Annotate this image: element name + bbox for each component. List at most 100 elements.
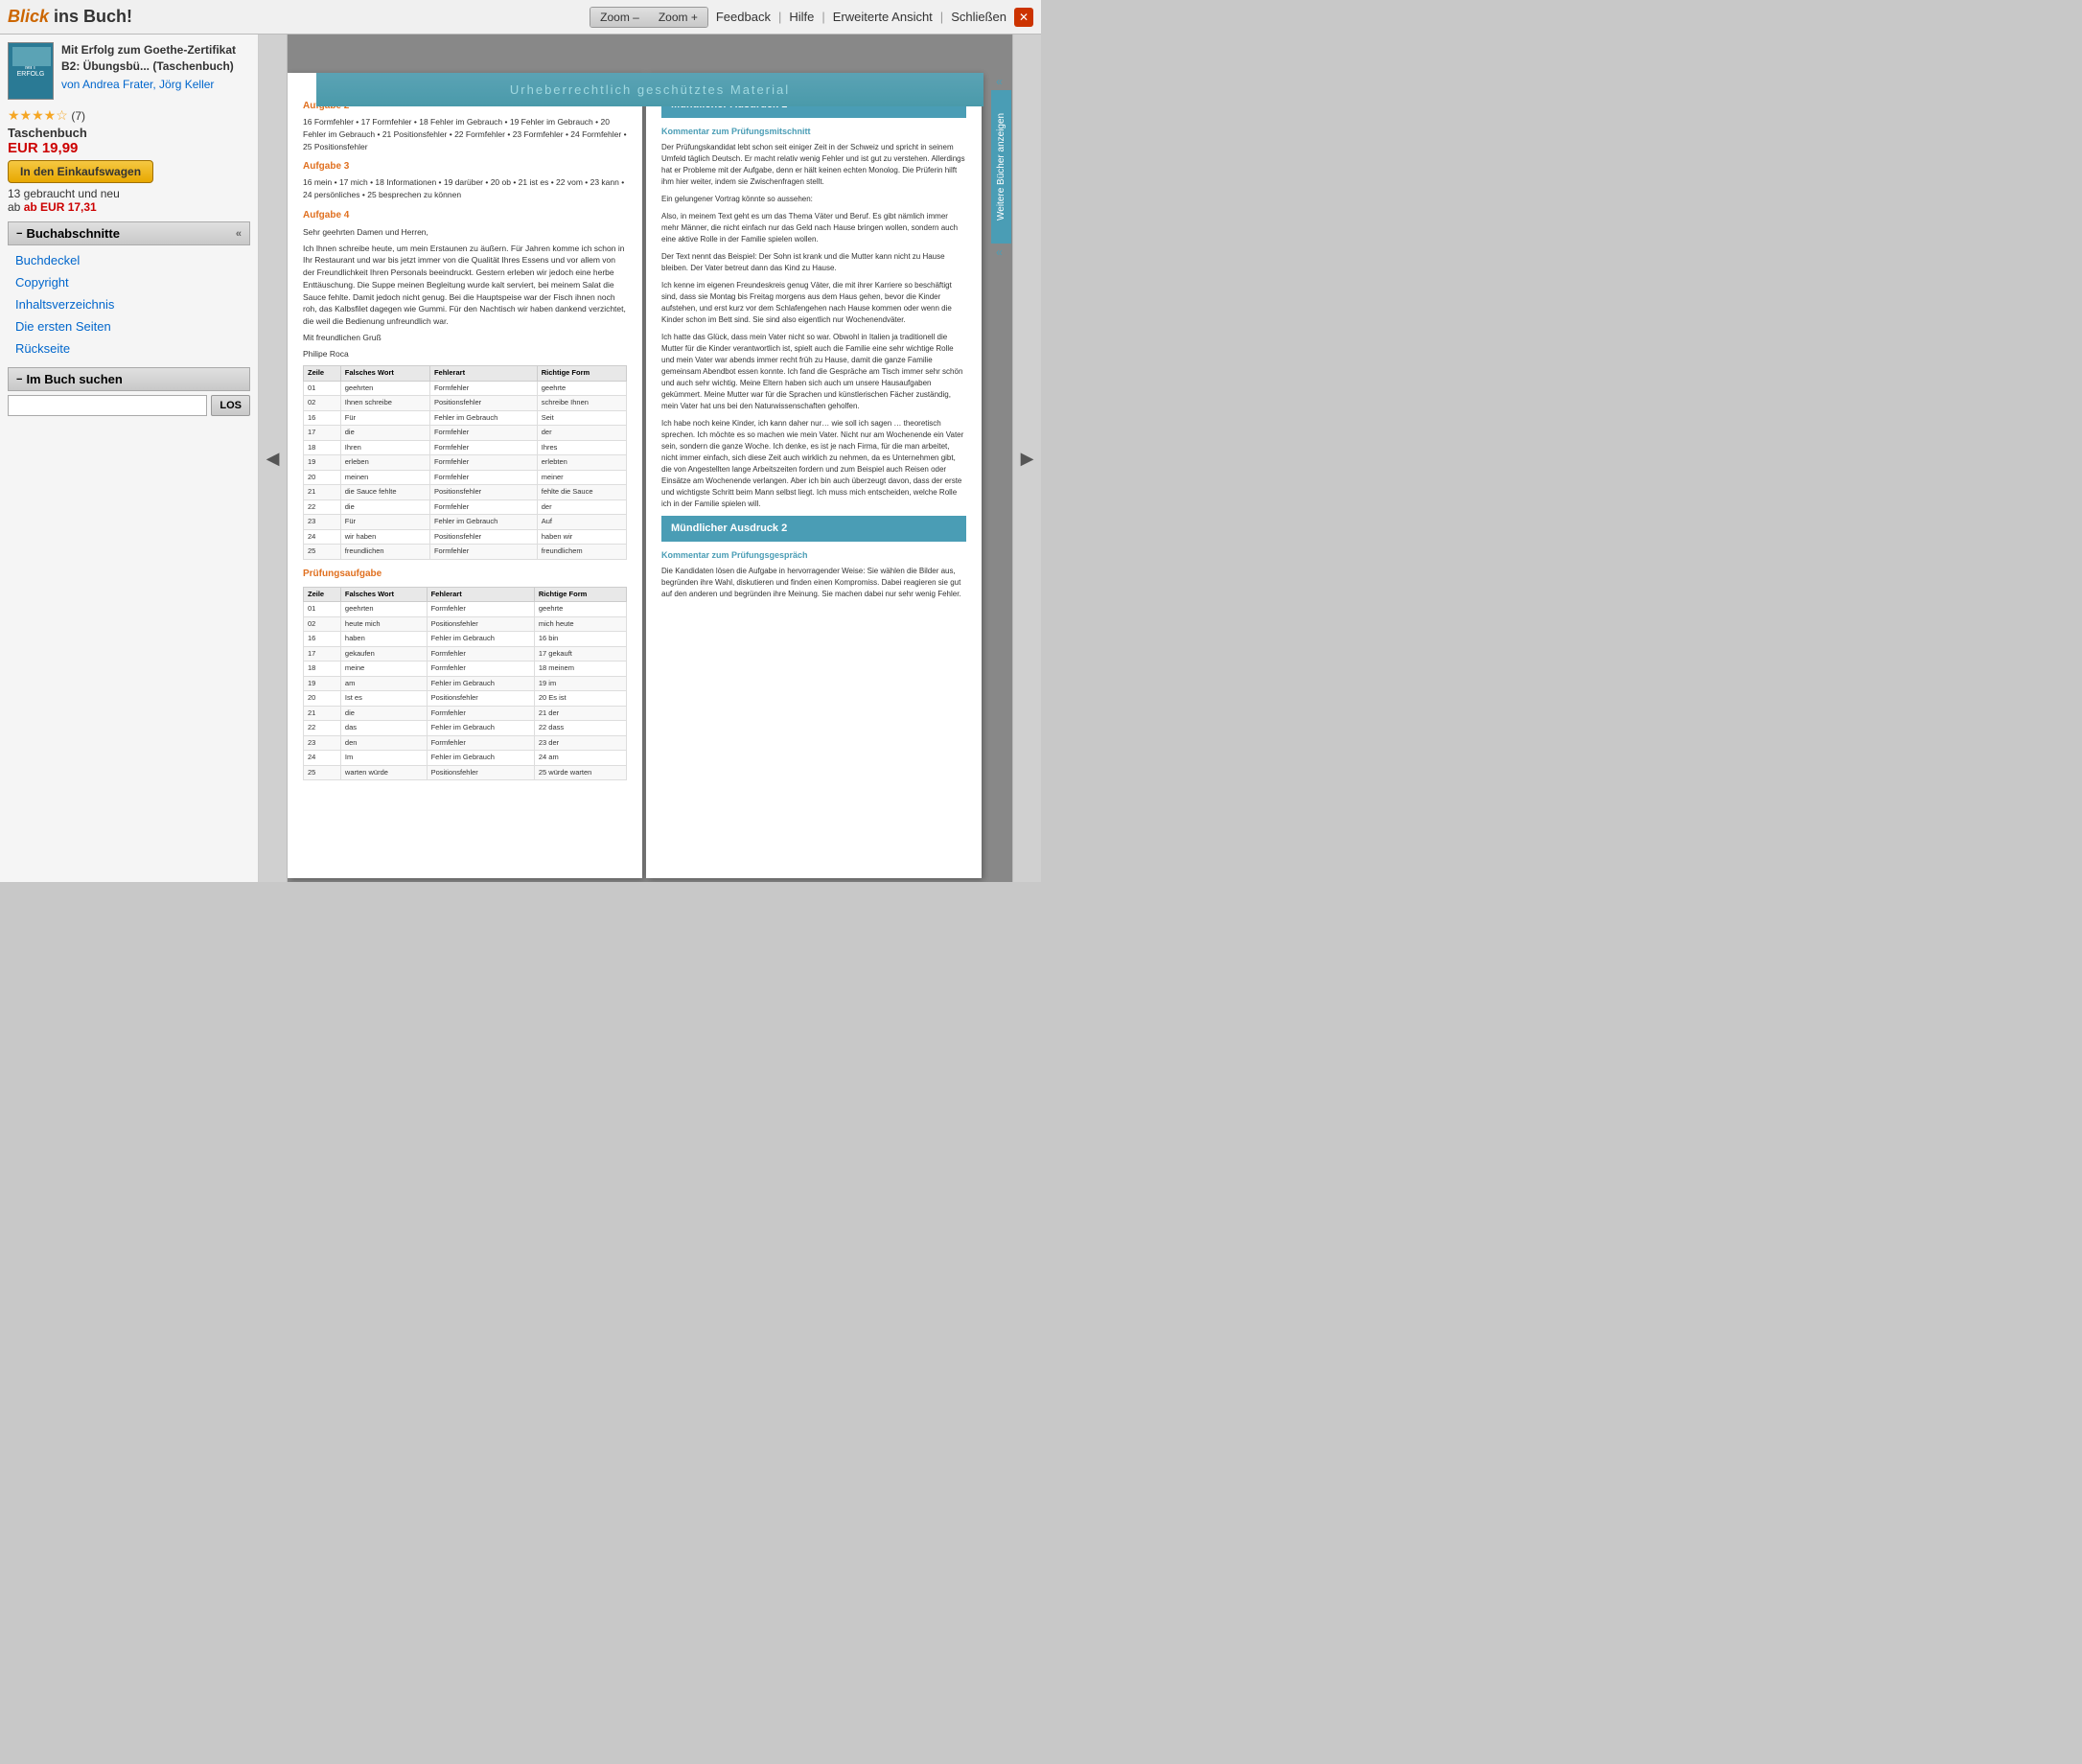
book-title: Mit Erfolg zum Goethe-Zertifikat B2: Übu… (61, 42, 250, 75)
zoom-minus-button[interactable]: Zoom – (590, 8, 649, 27)
book-author[interactable]: von Andrea Frater, Jörg Keller (61, 77, 250, 93)
prev-page-button[interactable]: ◀ (259, 35, 288, 882)
nav-item-buchdeckel[interactable]: Buchdeckel (8, 249, 250, 271)
book-type: Taschenbuch (8, 126, 250, 140)
separator-1: | (778, 10, 781, 24)
book-info: MITERFOLG Mit Erfolg zum Goethe-Zertifik… (8, 42, 250, 100)
table-row: 02heute michPositionsfehlermich heute (304, 616, 627, 632)
table-row: 16FürFehler im GebrauchSeit (304, 410, 627, 426)
next-page-button[interactable]: ▶ (1012, 35, 1041, 882)
weitere-buecher-button[interactable]: Weitere Bücher anzeigen (991, 90, 1011, 244)
search-toggle: − (16, 374, 22, 385)
book-title-area: Mit Erfolg zum Goethe-Zertifikat B2: Übu… (61, 42, 250, 100)
schliessen-link[interactable]: Schließen (951, 10, 1006, 24)
aufgabe4-greeting: Sehr geehrten Damen und Herren, (303, 226, 627, 239)
rating-row: ★★★★☆ (7) (8, 107, 250, 124)
nav-item-inhaltsverzeichnis[interactable]: Inhaltsverzeichnis (8, 293, 250, 315)
close-button[interactable]: ✕ (1014, 8, 1033, 27)
zoom-bar: Zoom – Zoom + (590, 7, 708, 28)
search-button[interactable]: LOS (211, 395, 250, 416)
add-to-cart-button[interactable]: In den Einkaufswagen (8, 160, 153, 183)
buchabschnitte-header[interactable]: − Buchabschnitte « (8, 221, 250, 245)
rating-count: (7) (71, 109, 85, 123)
used-price-text: 13 gebraucht und neu (8, 187, 120, 200)
pruefungsaufgabe-title: Prüfungsaufgabe (303, 568, 627, 581)
table1-col-fehlerart: Fehlerart (429, 366, 537, 382)
table-row: 18IhrenFormfehlerIhres (304, 440, 627, 455)
beispiel-text5: Ich habe noch keine Kinder, ich kann dah… (661, 418, 966, 510)
table-row: 22dasFehler im Gebrauch22 dass (304, 721, 627, 736)
nav-item-rueckseite[interactable]: Rückseite (8, 337, 250, 360)
star-rating: ★★★★☆ (8, 107, 68, 123)
sidebar: MITERFOLG Mit Erfolg zum Goethe-Zertifik… (0, 35, 259, 882)
right-dbl-chevron-bottom[interactable]: « (996, 245, 1003, 259)
aufgabe2-text: 16 Formfehler • 17 Formfehler • 18 Fehle… (303, 116, 627, 152)
search-input[interactable] (8, 395, 207, 416)
table2-col-richtig: Richtige Form (534, 587, 626, 602)
book-cover: MITERFOLG (8, 42, 54, 100)
separator-3: | (940, 10, 943, 24)
sections-title: Buchabschnitte (26, 226, 120, 241)
kommentar1-title: Kommentar zum Prüfungsmitschnitt (661, 126, 966, 138)
table-row: 01geehrtenFormfehlergeehrte (304, 381, 627, 396)
table-row: 21dieFormfehler21 der (304, 706, 627, 721)
kommentar2-text: Die Kandidaten lösen die Aufgabe in herv… (661, 566, 966, 600)
table-row: 21die Sauce fehltePositionsfehlerfehlte … (304, 485, 627, 500)
aufgabe4-body: Ich Ihnen schreibe heute, um mein Erstau… (303, 243, 627, 328)
header: Blick ins Buch! Zoom – Zoom + Feedback |… (0, 0, 1041, 35)
help-link[interactable]: Hilfe (789, 10, 814, 24)
left-page: Aufgabe 2 16 Formfehler • 17 Formfehler … (288, 73, 642, 878)
used-price-value: ab EUR 17,31 (24, 200, 97, 214)
pages-container: Urheberrechtlich geschütztes Material Au… (288, 73, 1012, 878)
used-price: 13 gebraucht und neu ab ab EUR 17,31 (8, 187, 250, 214)
right-page: Mündlicher Ausdruck 1 Kommentar zum Prüf… (646, 73, 982, 878)
used-price-from-label: ab (8, 200, 24, 214)
feedback-link[interactable]: Feedback (716, 10, 771, 24)
table-row: 01geehrtenFormfehlergeehrte (304, 602, 627, 617)
table-row: 24ImFehler im Gebrauch24 am (304, 751, 627, 766)
beispiel-text4: Ich hatte das Glück, dass mein Vater nic… (661, 332, 966, 412)
watermark-banner: Urheberrechtlich geschütztes Material (316, 73, 983, 106)
table2-col-zeile: Zeile (304, 587, 341, 602)
sections-toggle: − (16, 228, 22, 240)
search-title: Im Buch suchen (26, 372, 122, 386)
header-controls: Zoom – Zoom + Feedback | Hilfe | Erweite… (590, 7, 1033, 28)
aufgabe3-title: Aufgabe 3 (303, 160, 627, 174)
sections-chevron: « (236, 228, 242, 240)
aufgabe3-text: 16 mein • 17 mich • 18 Informationen • 1… (303, 176, 627, 201)
table1-col-richtig: Richtige Form (537, 366, 626, 382)
price: EUR 19,99 (8, 140, 250, 156)
logo-italic: Blick (8, 7, 49, 26)
separator-2: | (821, 10, 824, 24)
table-row: 19erlebenFormfehlererlebten (304, 455, 627, 471)
table-row: 23FürFehler im GebrauchAuf (304, 515, 627, 530)
table1-col-falsches: Falsches Wort (340, 366, 429, 382)
beispiel-intro: Ein gelungener Vortrag könnte so aussehe… (661, 194, 966, 205)
correction-table-2: Zeile Falsches Wort Fehlerart Richtige F… (303, 587, 627, 781)
beispiel-text1: Also, in meinem Text geht es um das Them… (661, 211, 966, 245)
content-area: Urheberrechtlich geschütztes Material Au… (288, 35, 1012, 882)
aufgabe4-name: Philipe Roca (303, 348, 627, 360)
table-row: 20Ist esPositionsfehler20 Es ist (304, 691, 627, 707)
table2-col-fehlerart: Fehlerart (427, 587, 534, 602)
pages-wrapper: Aufgabe 2 16 Formfehler • 17 Formfehler … (288, 73, 1012, 878)
zoom-plus-button[interactable]: Zoom + (649, 8, 707, 27)
kommentar2-title: Kommentar zum Prüfungsgespräch (661, 549, 966, 562)
table-row: 23denFormfehler23 der (304, 735, 627, 751)
kommentar1-text: Der Prüfungskandidat lebt schon seit ein… (661, 142, 966, 188)
table-row: 02Ihnen schreibePositionsfehlerschreibe … (304, 396, 627, 411)
table-row: 19amFehler im Gebrauch19 im (304, 676, 627, 691)
nav-item-erste-seiten[interactable]: Die ersten Seiten (8, 315, 250, 337)
table-row: 17dieFormfehlerder (304, 426, 627, 441)
search-header[interactable]: − Im Buch suchen (8, 367, 250, 391)
table-row: 18meineFormfehler18 meinem (304, 662, 627, 677)
table2-col-falsches: Falsches Wort (340, 587, 427, 602)
table-row: 20meinenFormfehlermeiner (304, 470, 627, 485)
table1-col-zeile: Zeile (304, 366, 341, 382)
nav-items-list: Buchdeckel Copyright Inhaltsverzeichnis … (8, 249, 250, 360)
muendlich2-box: Mündlicher Ausdruck 2 (661, 516, 966, 542)
aufgabe4-closing: Mit freundlichen Gruß (303, 332, 627, 344)
right-dbl-chevron-top[interactable]: « (996, 75, 1003, 88)
erweiterte-link[interactable]: Erweiterte Ansicht (833, 10, 933, 24)
nav-item-copyright[interactable]: Copyright (8, 271, 250, 293)
